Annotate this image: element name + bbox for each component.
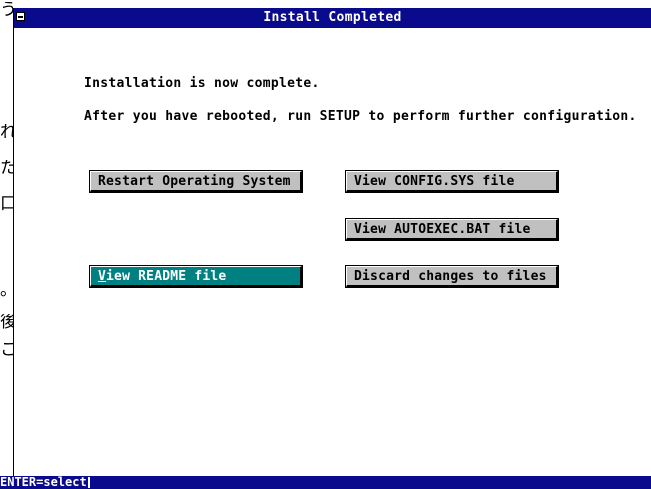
background-text-fragment: こ bbox=[0, 342, 13, 359]
background-text-fragment: う bbox=[0, 2, 13, 19]
text-cursor bbox=[87, 477, 90, 488]
status-bar: ENTER=select bbox=[0, 475, 651, 489]
completion-message: Installation is now complete. bbox=[84, 76, 320, 91]
window-title: Install Completed bbox=[263, 10, 402, 25]
background-text-fragment: 後 bbox=[0, 314, 13, 331]
background-window-strip: う れ た 口 。 後 こ bbox=[0, 0, 13, 476]
install-completed-window: Install Completed Installation is now co… bbox=[13, 8, 651, 476]
background-text-fragment: 口 bbox=[0, 196, 13, 213]
view-readme-button[interactable]: View README file bbox=[89, 265, 303, 288]
background-text-fragment: た bbox=[0, 160, 13, 177]
restart-os-button-label: Restart Operating System bbox=[98, 174, 291, 189]
restart-os-button[interactable]: Restart Operating System bbox=[89, 170, 303, 193]
discard-changes-button[interactable]: Discard changes to files bbox=[345, 265, 559, 288]
view-autoexec-bat-button-label: View AUTOEXEC.BAT file bbox=[354, 222, 531, 237]
status-bar-text: ENTER=select bbox=[0, 475, 90, 489]
reboot-instructions: After you have rebooted, run SETUP to pe… bbox=[84, 109, 637, 124]
view-config-sys-button[interactable]: View CONFIG.SYS file bbox=[345, 170, 559, 193]
view-autoexec-bat-button[interactable]: View AUTOEXEC.BAT file bbox=[345, 218, 559, 241]
title-bar: Install Completed bbox=[14, 8, 651, 28]
background-text-fragment: 。 bbox=[0, 282, 13, 299]
view-readme-hotkey: V bbox=[98, 269, 107, 284]
view-readme-button-label: iew README file bbox=[106, 269, 227, 284]
background-text-fragment: れ bbox=[0, 124, 13, 141]
discard-changes-button-label: Discard changes to files bbox=[354, 269, 547, 284]
view-config-sys-button-label: View CONFIG.SYS file bbox=[354, 174, 515, 189]
